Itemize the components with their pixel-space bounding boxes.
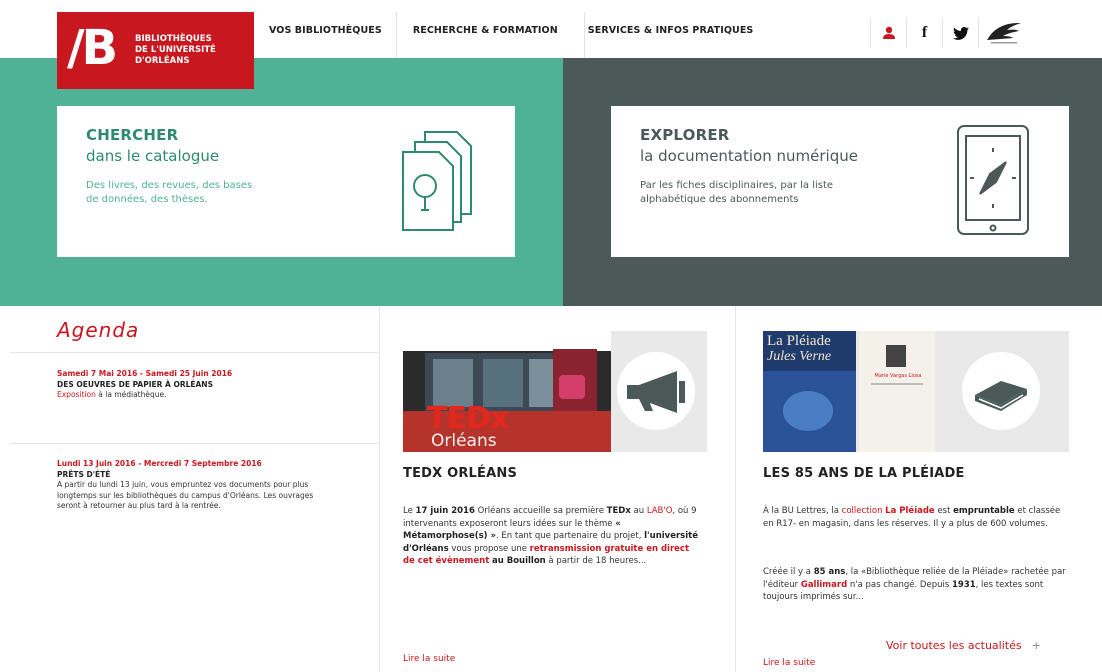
all-news-link[interactable]: Voir toutes les actualités + <box>886 639 1041 652</box>
logo-line: de l'Université <box>135 45 216 55</box>
agenda-divider <box>10 443 379 444</box>
text-run: Créée il y a <box>763 567 814 577</box>
text-run: 85 ans <box>813 567 846 577</box>
card-subtitle: la documentation numérique <box>640 147 858 165</box>
user-icon[interactable] <box>870 18 906 48</box>
book-cover-vargas-llosa: Marie Vargas Llosa <box>859 331 935 452</box>
card-subtitle: dans le catalogue <box>86 147 220 165</box>
pleiade-link[interactable]: La Pléiade <box>885 506 935 516</box>
documents-magnifier-icon <box>402 131 472 231</box>
agenda-event[interactable]: Samedi 7 Mai 2016 - Samedi 25 Juin 2016 … <box>57 369 332 401</box>
text-run: Le <box>403 506 416 516</box>
main-nav: VOS BIBLIOTHÈQUES RECHERCHE & FORMATION … <box>269 25 783 36</box>
text-run: à partir de 18 heures... <box>545 556 647 566</box>
text-run: À la BU Lettres, la <box>763 506 842 516</box>
text-run: 1931 <box>951 579 976 590</box>
all-news-label: Voir toutes les actualités <box>886 639 1022 652</box>
agenda-divider <box>10 352 379 353</box>
logo-line: d'Orléans <box>135 56 190 66</box>
news-body: À la BU Lettres, la collection La Pléiad… <box>763 505 1068 530</box>
read-more-link[interactable]: Lire la suite <box>403 654 455 664</box>
card-description: Par les fiches disciplinaires, par la li… <box>640 180 834 205</box>
card-title: EXPLORER <box>640 126 730 144</box>
column-separator <box>735 306 736 672</box>
text-run: au <box>630 506 647 516</box>
card-title: CHERCHER <box>86 126 179 144</box>
text-run: TEDx <box>606 506 631 516</box>
event-date: Lundi 13 Juin 2016 - Mercredi 7 Septembr… <box>57 459 262 468</box>
book-title: La Pléiade <box>767 333 831 349</box>
event-title[interactable]: PRÊTS D'ÉTÉ <box>57 470 332 481</box>
plus-icon: + <box>1031 639 1041 652</box>
nav-services-infos[interactable]: SERVICES & INFOS PRATIQUES <box>588 25 754 36</box>
event-title[interactable]: DES OEUVRES DE PAPIER À ORLÉANS <box>57 380 332 391</box>
book-cover-jules-verne: La Pléiade Jules Verne <box>763 331 856 452</box>
megaphone-icon <box>627 371 685 413</box>
header-icons: f <box>870 18 1026 48</box>
book-author: Jules Verne <box>767 349 832 364</box>
book-icon <box>975 381 1027 411</box>
text-run: vous propose une <box>448 543 530 554</box>
news-title[interactable]: TEDX ORLÉANS <box>403 466 517 481</box>
news-body: Créée il y a 85 ans, la «Bibliothèque re… <box>763 566 1068 604</box>
event-date: Samedi 7 Mai 2016 - Samedi 25 Juin 2016 <box>57 369 233 378</box>
facebook-icon[interactable]: f <box>906 18 942 48</box>
card-description: Des livres, des revues, des bases de don… <box>86 180 253 205</box>
university-logo-icon[interactable] <box>978 18 1026 48</box>
agenda-title: Agenda <box>57 318 140 342</box>
logo-mark: /B <box>67 20 118 76</box>
event-type-link[interactable]: Exposition <box>57 390 96 399</box>
column-separator <box>379 306 380 672</box>
tedx-city-text: Orléans <box>431 431 497 451</box>
labo-link[interactable]: LAB'O <box>647 506 673 516</box>
news-body: Le 17 juin 2016 Orléans accueille sa pre… <box>403 505 703 568</box>
pleiade-news-image[interactable]: La Pléiade Jules Verne Marie Vargas Llos… <box>763 331 1069 452</box>
tedx-photo: TEDx Orléans <box>403 331 611 452</box>
text-run: . En tant que partenaire du projet, <box>496 531 645 541</box>
text-run: n'a pas changé. Depuis <box>847 579 952 590</box>
text-run: au Bouillon <box>491 556 546 566</box>
text-run: empruntable <box>953 506 1015 516</box>
collection-link[interactable]: collection <box>842 506 883 516</box>
event-type-rest: à la médiathèque. <box>95 390 167 399</box>
twitter-icon[interactable] <box>942 18 978 48</box>
nav-vos-bibliotheques[interactable]: VOS BIBLIOTHÈQUES <box>269 25 382 36</box>
text-run: Orléans accueille sa première <box>474 506 607 516</box>
text-run: 17 juin 2016 <box>415 506 475 516</box>
agenda-event[interactable]: Lundi 13 Juin 2016 - Mercredi 7 Septembr… <box>57 459 332 512</box>
read-more-link[interactable]: Lire la suite <box>763 658 815 668</box>
news-title[interactable]: LES 85 ANS DE LA PLÉIADE <box>763 466 965 481</box>
explore-digital-card[interactable]: EXPLORER la documentation numérique Par … <box>611 106 1069 257</box>
nav-recherche-formation[interactable]: RECHERCHE & FORMATION <box>413 25 558 36</box>
tedx-news-image[interactable]: TEDx Orléans <box>403 331 707 452</box>
logo-line: Bibliothèques <box>135 34 212 44</box>
tablet-compass-icon <box>957 125 1029 235</box>
gallimard-link[interactable]: Gallimard <box>801 580 847 590</box>
logo-text: Bibliothèques de l'Université d'Orléans <box>135 34 245 67</box>
site-logo[interactable]: /B Bibliothèques de l'Université d'Orléa… <box>57 12 254 89</box>
text-run: est <box>934 506 954 516</box>
search-catalogue-card[interactable]: CHERCHER dans le catalogue Des livres, d… <box>57 106 515 257</box>
book-author: Marie Vargas Llosa <box>874 373 922 379</box>
event-description: A partir du lundi 13 juin, vous emprunte… <box>57 480 314 510</box>
